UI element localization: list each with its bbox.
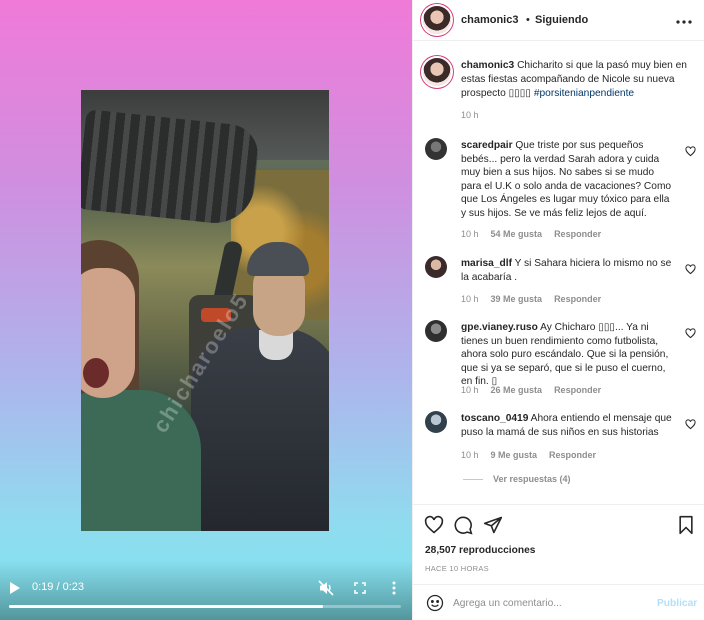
avatar[interactable] bbox=[423, 6, 451, 34]
comment-text: gpe.vianey.ruso Ay Chicharo ▯▯▯... Ya ni… bbox=[461, 322, 669, 387]
like-comment-heart-icon[interactable] bbox=[685, 262, 696, 275]
share-paper-plane-icon[interactable] bbox=[483, 515, 503, 535]
comment-text: scaredpair Que triste por sus pequeños b… bbox=[461, 140, 672, 219]
post-caption: chamonic3 Chicharito si que la pasó muy … bbox=[461, 59, 697, 101]
action-bar bbox=[413, 504, 704, 544]
add-comment-bar: Publicar bbox=[413, 584, 704, 620]
reply-button[interactable]: Responder bbox=[554, 229, 601, 239]
caption-timestamp: 10 h bbox=[461, 110, 479, 120]
video-progress-fill bbox=[9, 605, 323, 608]
view-count[interactable]: 28,507 reproducciones bbox=[425, 545, 535, 556]
play-icon[interactable] bbox=[8, 580, 22, 596]
caption-avatar[interactable] bbox=[423, 58, 451, 86]
like-heart-icon[interactable] bbox=[424, 515, 444, 535]
video-frame[interactable]: chicharoelo5 bbox=[81, 90, 329, 531]
reply-button[interactable]: Responder bbox=[549, 450, 596, 460]
fullscreen-icon[interactable] bbox=[352, 579, 368, 597]
following-button[interactable]: Siguiendo bbox=[535, 14, 588, 26]
comment-avatar[interactable] bbox=[425, 138, 447, 160]
more-vertical-icon[interactable] bbox=[388, 579, 400, 597]
bookmark-icon[interactable] bbox=[677, 515, 697, 535]
post-date: HACE 10 HORAS bbox=[425, 564, 489, 573]
reply-button[interactable]: Responder bbox=[554, 385, 601, 395]
post-panel: chamonic3 • Siguiendo chamonic3 Chichari… bbox=[412, 0, 704, 620]
like-comment-heart-icon[interactable] bbox=[685, 144, 696, 157]
comment-meta: 10 h 26 Me gusta Responder bbox=[461, 385, 602, 395]
caption-hashtag[interactable]: #porsitenianpendiente bbox=[534, 88, 634, 99]
comment-avatar[interactable] bbox=[425, 320, 447, 342]
muted-icon[interactable] bbox=[317, 579, 335, 597]
separator-dot: • bbox=[526, 14, 530, 26]
comment-username[interactable]: toscano_0419 bbox=[461, 413, 528, 424]
emoji-icon[interactable] bbox=[426, 594, 444, 612]
comment-avatar[interactable] bbox=[425, 256, 447, 278]
video-controls: 0:19 / 0:23 bbox=[0, 560, 412, 620]
caption-username[interactable]: chamonic3 bbox=[461, 60, 514, 71]
comment-username[interactable]: scaredpair bbox=[461, 140, 513, 151]
comment-bubble-icon[interactable] bbox=[453, 515, 473, 535]
instagram-post-viewer: chicharoelo5 0:19 / 0:23 chamonic3 • Sig… bbox=[0, 0, 704, 620]
comment-meta: 10 h9 Me gusta Responder bbox=[461, 450, 597, 460]
comment-username[interactable]: marisa_dlf bbox=[461, 258, 512, 269]
like-comment-heart-icon[interactable] bbox=[685, 326, 696, 339]
comment-avatar[interactable] bbox=[425, 411, 447, 433]
comment-username[interactable]: gpe.vianey.ruso bbox=[461, 322, 538, 333]
video-player[interactable]: chicharoelo5 0:19 / 0:23 bbox=[0, 0, 412, 620]
post-header: chamonic3 • Siguiendo bbox=[413, 0, 704, 41]
view-replies-button[interactable]: Ver respuestas (4) bbox=[463, 474, 571, 484]
more-horizontal-icon[interactable] bbox=[675, 11, 693, 27]
comment-input[interactable] bbox=[453, 594, 649, 612]
comment-meta: 10 h 54 Me gusta Responder bbox=[461, 229, 602, 239]
post-author-username[interactable]: chamonic3 bbox=[461, 14, 518, 26]
video-time: 0:19 / 0:23 bbox=[32, 581, 84, 593]
publish-button[interactable]: Publicar bbox=[657, 598, 697, 609]
reply-button[interactable]: Responder bbox=[554, 294, 601, 304]
comment-text: marisa_dlf Y si Sahara hiciera lo mismo … bbox=[461, 258, 672, 283]
video-progress-bar[interactable] bbox=[9, 605, 401, 608]
comment-meta: 10 h 39 Me gusta Responder bbox=[461, 294, 602, 304]
like-comment-heart-icon[interactable] bbox=[685, 417, 696, 430]
comment-text: toscano_0419 Ahora entiendo el mensaje q… bbox=[461, 413, 672, 438]
